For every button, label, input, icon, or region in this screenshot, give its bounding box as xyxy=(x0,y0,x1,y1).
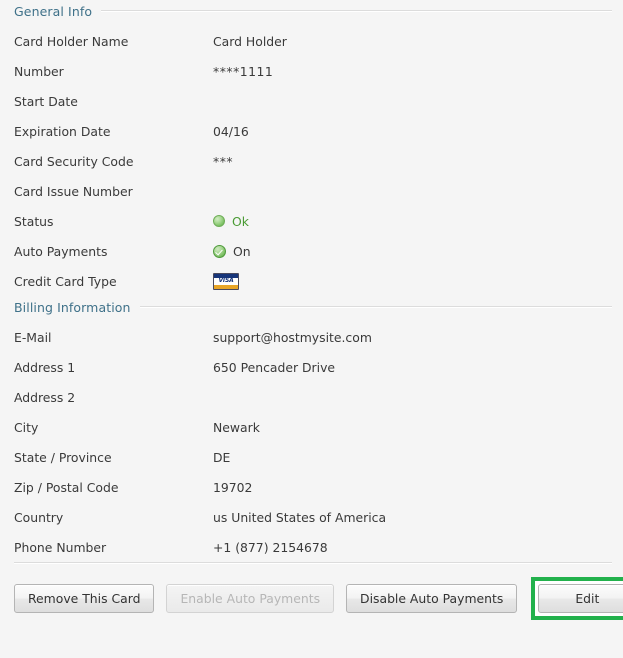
field-row-expiration-date: Expiration Date 04/16 xyxy=(0,116,623,146)
enable-auto-payments-button: Enable Auto Payments xyxy=(166,584,335,613)
field-row-start-date: Start Date xyxy=(0,86,623,116)
field-row-card-security-code: Card Security Code *** xyxy=(0,146,623,176)
field-label: Address 1 xyxy=(14,359,76,375)
visa-card-icon: VISA xyxy=(213,272,239,290)
section-header-billing-information: Billing Information xyxy=(0,296,623,318)
field-row-number: Number ****1111 xyxy=(0,56,623,86)
section-title: Billing Information xyxy=(14,299,131,315)
field-label: Zip / Postal Code xyxy=(14,479,119,495)
green-check-icon xyxy=(213,244,226,258)
field-label: Start Date xyxy=(14,93,78,109)
field-value-city: Newark xyxy=(213,419,260,435)
field-row-credit-card-type: Credit Card Type VISA xyxy=(0,266,623,296)
field-row-address-2: Address 2 xyxy=(0,382,623,412)
field-value-card-holder-name: Card Holder xyxy=(213,33,287,49)
field-row-email: E-Mail support@hostmysite.com xyxy=(0,322,623,352)
field-label: E-Mail xyxy=(14,329,52,345)
field-label: Credit Card Type xyxy=(14,273,117,289)
field-value-zip-postal-code: 19702 xyxy=(213,479,253,495)
field-row-status: Status Ok xyxy=(0,206,623,236)
field-value-status: Ok xyxy=(213,214,249,229)
field-value-state-province: DE xyxy=(213,449,231,465)
field-row-address-1: Address 1 650 Pencader Drive xyxy=(0,352,623,382)
field-label: Country xyxy=(14,509,64,525)
section-divider xyxy=(139,306,612,308)
general-info-field-list: Card Holder Name Card Holder Number ****… xyxy=(0,22,623,296)
field-label: Phone Number xyxy=(14,539,107,555)
field-row-zip-postal-code: Zip / Postal Code 19702 xyxy=(0,472,623,502)
field-row-phone-number: Phone Number +1 (877) 2154678 xyxy=(0,532,623,562)
field-label: Expiration Date xyxy=(14,123,111,139)
field-label: State / Province xyxy=(14,449,112,465)
green-circle-icon xyxy=(213,215,225,227)
field-row-auto-payments: Auto Payments On xyxy=(0,236,623,266)
field-value-email: support@hostmysite.com xyxy=(213,329,372,345)
section-divider xyxy=(101,10,612,12)
field-value-phone-number: +1 (877) 2154678 xyxy=(213,539,328,555)
field-label: Number xyxy=(14,63,64,79)
field-row-city: City Newark xyxy=(0,412,623,442)
field-label: Address 2 xyxy=(14,389,76,405)
field-value-country: us United States of America xyxy=(213,509,387,525)
section-title: General Info xyxy=(14,3,93,19)
field-value-credit-card-type: VISA xyxy=(213,272,239,290)
status-text: Ok xyxy=(232,213,249,229)
billing-information-section: Billing Information E-Mail support@hostm… xyxy=(0,296,623,562)
field-label: Card Issue Number xyxy=(14,183,133,199)
general-info-section: General Info Card Holder Name Card Holde… xyxy=(0,0,623,296)
field-label: Status xyxy=(14,213,54,229)
field-label: Card Security Code xyxy=(14,153,134,169)
field-label: Card Holder Name xyxy=(14,33,129,49)
section-header-general-info: General Info xyxy=(0,0,623,22)
field-label: City xyxy=(14,419,39,435)
field-value-auto-payments: On xyxy=(213,244,251,259)
billing-information-field-list: E-Mail support@hostmysite.com Address 1 … xyxy=(0,318,623,562)
disable-auto-payments-button[interactable]: Disable Auto Payments xyxy=(346,584,518,613)
field-row-state-province: State / Province DE xyxy=(0,442,623,472)
field-label: Auto Payments xyxy=(14,243,108,259)
field-row-country: Country us United States of America xyxy=(0,502,623,532)
action-button-bar: Remove This Card Enable Auto Payments Di… xyxy=(0,564,623,620)
field-value-number: ****1111 xyxy=(213,63,274,79)
field-value-card-security-code: *** xyxy=(213,153,234,169)
field-value-address-1: 650 Pencader Drive xyxy=(213,359,336,375)
field-row-card-holder-name: Card Holder Name Card Holder xyxy=(0,26,623,56)
auto-payments-text: On xyxy=(233,243,251,259)
remove-this-card-button[interactable]: Remove This Card xyxy=(14,584,155,613)
visa-wordmark: VISA xyxy=(218,277,234,284)
field-row-card-issue-number: Card Issue Number xyxy=(0,176,623,206)
field-value-expiration-date: 04/16 xyxy=(213,123,249,139)
edit-button-highlight: Edit xyxy=(531,577,623,620)
edit-button[interactable]: Edit xyxy=(538,584,623,613)
